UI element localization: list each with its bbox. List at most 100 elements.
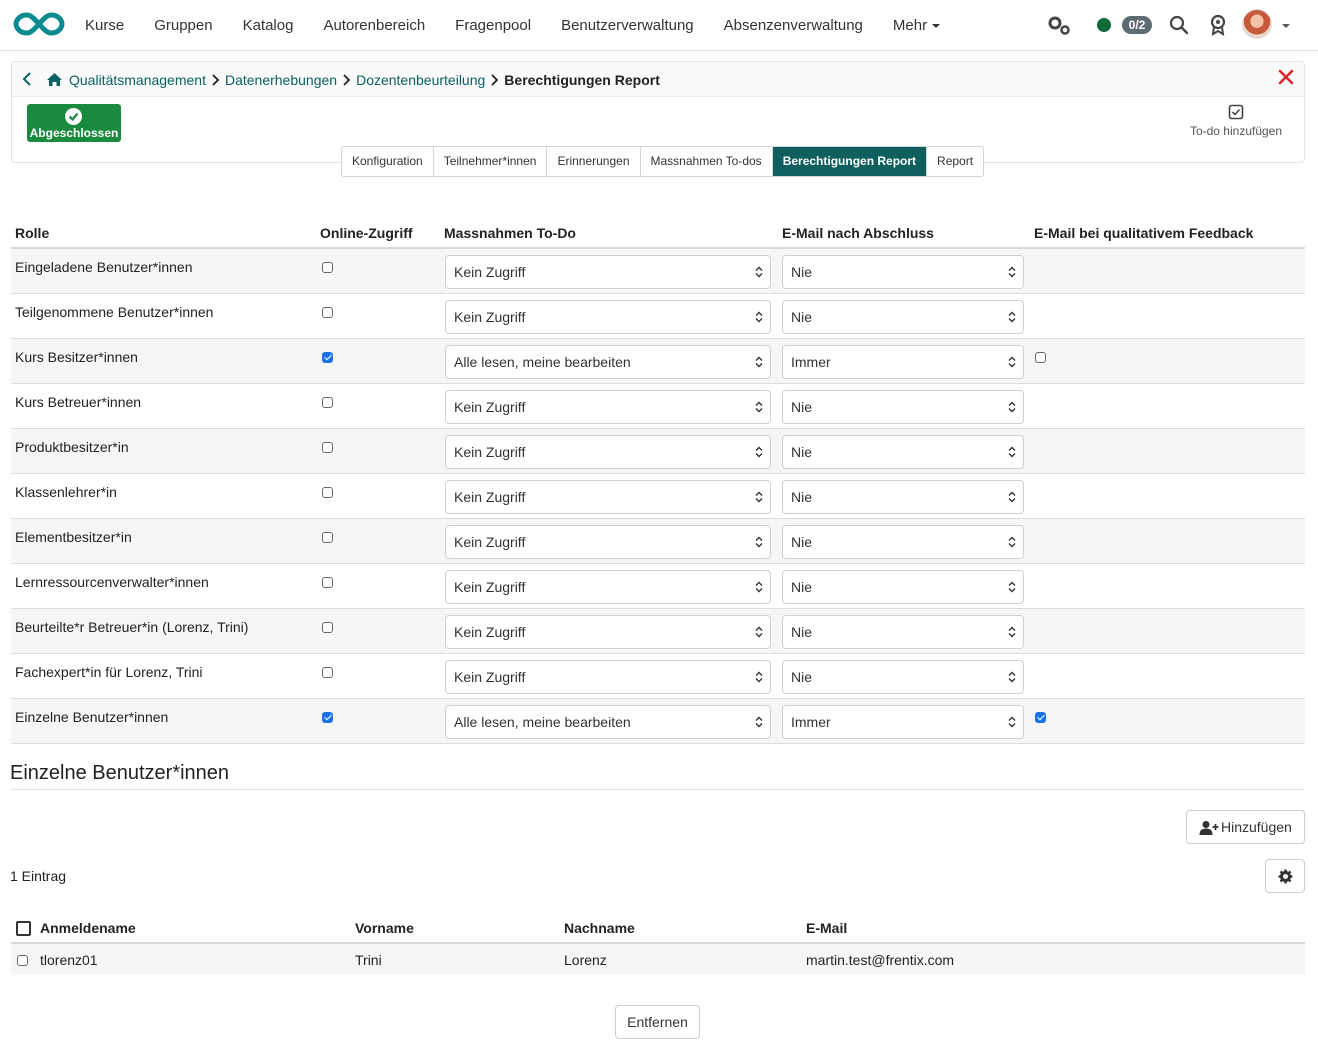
breadcrumb-item-dozentenbeurteilung[interactable]: Dozentenbeurteilung bbox=[356, 72, 485, 88]
online-access-checkbox[interactable] bbox=[322, 442, 333, 453]
email-after-completion-select[interactable]: Nie bbox=[782, 255, 1024, 289]
online-access-checkbox[interactable] bbox=[322, 352, 333, 363]
table-row: Lernressourcenverwalter*innen Kein Zugrif… bbox=[11, 564, 1305, 609]
tab-massnahmen-todos[interactable]: Massnahmen To-dos bbox=[641, 147, 773, 176]
nav-autorenbereich[interactable]: Autorenbereich bbox=[308, 17, 440, 34]
online-access-checkbox[interactable] bbox=[322, 487, 333, 498]
select-all-checkbox[interactable] bbox=[16, 921, 31, 936]
table-header: Anmeldename Vorname Nachname E-Mail bbox=[11, 913, 1305, 944]
email-after-completion-value: Nie bbox=[791, 534, 813, 550]
status-completed-button[interactable]: Abgeschlossen bbox=[27, 104, 121, 142]
gear-icon bbox=[1278, 869, 1293, 884]
todo-permission-select[interactable]: Kein Zugriff bbox=[445, 255, 771, 289]
todo-permission-select[interactable]: Kein Zugriff bbox=[445, 435, 771, 469]
online-access-checkbox[interactable] bbox=[322, 532, 333, 543]
col-header-email[interactable]: E-Mail bbox=[806, 920, 847, 936]
col-header-last-name[interactable]: Nachname bbox=[564, 920, 635, 936]
nav-kurse[interactable]: Kurse bbox=[70, 17, 139, 34]
breadcrumb-item-qm[interactable]: Qualitätsmanagement bbox=[69, 72, 206, 88]
gears-icon[interactable] bbox=[1046, 14, 1072, 36]
online-count-badge[interactable]: 0/2 bbox=[1122, 16, 1152, 34]
row-select-checkbox[interactable] bbox=[17, 955, 28, 966]
select-arrows-icon bbox=[1008, 716, 1016, 728]
email-after-completion-select[interactable]: Nie bbox=[782, 435, 1024, 469]
todo-permission-select[interactable]: Alle lesen, meine bearbeiten bbox=[445, 705, 771, 739]
select-arrows-icon bbox=[1008, 356, 1016, 368]
role-name: Klassenlehrer*in bbox=[15, 484, 117, 500]
nav-katalog[interactable]: Katalog bbox=[228, 17, 309, 34]
close-icon[interactable] bbox=[1278, 69, 1294, 85]
table-settings-button[interactable] bbox=[1265, 859, 1305, 893]
todo-permission-select[interactable]: Kein Zugriff bbox=[445, 660, 771, 694]
infinity-logo[interactable] bbox=[13, 10, 65, 38]
home-icon[interactable] bbox=[46, 72, 63, 87]
tab-berechtigungen-report[interactable]: Berechtigungen Report bbox=[772, 147, 928, 176]
email-after-completion-select[interactable]: Nie bbox=[782, 615, 1024, 649]
email-after-completion-select[interactable]: Nie bbox=[782, 570, 1024, 604]
col-header-online[interactable]: Online-Zugriff bbox=[320, 225, 413, 241]
online-access-checkbox[interactable] bbox=[322, 667, 333, 678]
online-access-checkbox[interactable] bbox=[322, 307, 333, 318]
chevron-right-icon bbox=[343, 73, 351, 86]
col-header-role[interactable]: Rolle bbox=[15, 225, 49, 241]
email-after-completion-select[interactable]: Immer bbox=[782, 705, 1024, 739]
email-after-completion-value: Nie bbox=[791, 579, 813, 595]
online-access-checkbox[interactable] bbox=[322, 397, 333, 408]
remove-button[interactable]: Entfernen bbox=[615, 1005, 700, 1039]
nav-absenzenverwaltung[interactable]: Absenzenverwaltung bbox=[709, 17, 878, 34]
email-after-completion-select[interactable]: Nie bbox=[782, 300, 1024, 334]
user-plus-icon bbox=[1199, 821, 1219, 835]
todo-permission-select[interactable]: Kein Zugriff bbox=[445, 300, 771, 334]
caret-down-icon[interactable] bbox=[1282, 24, 1290, 28]
role-name: Produktbesitzer*in bbox=[15, 439, 129, 455]
col-header-todo[interactable]: Massnahmen To-Do bbox=[444, 225, 576, 241]
email-after-completion-select[interactable]: Immer bbox=[782, 345, 1024, 379]
user-avatar[interactable] bbox=[1242, 9, 1272, 39]
todo-permission-select[interactable]: Alle lesen, meine bearbeiten bbox=[445, 345, 771, 379]
breadcrumb-bar: Qualitätsmanagement Datenerhebungen Doze… bbox=[12, 62, 1304, 97]
col-header-login[interactable]: Anmeldename bbox=[40, 920, 136, 936]
chevron-left-icon[interactable] bbox=[20, 71, 34, 87]
todo-permission-select[interactable]: Kein Zugriff bbox=[445, 390, 771, 424]
select-arrows-icon bbox=[1008, 266, 1016, 278]
nav-fragenpool[interactable]: Fragenpool bbox=[440, 17, 546, 34]
add-todo-button[interactable]: To-do hinzufügen bbox=[1188, 104, 1284, 138]
online-access-checkbox[interactable] bbox=[322, 622, 333, 633]
select-arrows-icon bbox=[755, 536, 763, 548]
online-access-checkbox[interactable] bbox=[322, 712, 333, 723]
todo-permission-select[interactable]: Kein Zugriff bbox=[445, 525, 771, 559]
email-after-completion-select[interactable]: Nie bbox=[782, 390, 1024, 424]
add-user-button[interactable]: Hinzufügen bbox=[1186, 810, 1305, 844]
col-header-email-done[interactable]: E-Mail nach Abschluss bbox=[782, 225, 934, 241]
tab-report[interactable]: Report bbox=[927, 147, 983, 176]
tab-teilnehmer[interactable]: Teilnehmer*innen bbox=[434, 147, 548, 176]
nav-gruppen[interactable]: Gruppen bbox=[139, 17, 227, 34]
col-header-first-name[interactable]: Vorname bbox=[355, 920, 414, 936]
tab-konfiguration[interactable]: Konfiguration bbox=[342, 147, 434, 176]
online-access-checkbox[interactable] bbox=[322, 262, 333, 273]
breadcrumb-item-datenerhebungen[interactable]: Datenerhebungen bbox=[225, 72, 337, 88]
todo-permission-select[interactable]: Kein Zugriff bbox=[445, 615, 771, 649]
online-status-dot[interactable] bbox=[1097, 18, 1111, 32]
role-name: Kurs Besitzer*innen bbox=[15, 349, 138, 365]
email-after-completion-select[interactable]: Nie bbox=[782, 480, 1024, 514]
check-circle-icon bbox=[65, 108, 82, 125]
todo-permission-select[interactable]: Kein Zugriff bbox=[445, 570, 771, 604]
tab-erinnerungen[interactable]: Erinnerungen bbox=[547, 147, 641, 176]
nav-more[interactable]: Mehr bbox=[878, 17, 955, 34]
col-header-email-feedback[interactable]: E-Mail bei qualitativem Feedback bbox=[1034, 225, 1253, 241]
email-after-completion-select[interactable]: Nie bbox=[782, 525, 1024, 559]
email-after-completion-select[interactable]: Nie bbox=[782, 660, 1024, 694]
email-feedback-checkbox[interactable] bbox=[1035, 352, 1046, 363]
nav-benutzerverwaltung[interactable]: Benutzerverwaltung bbox=[546, 17, 709, 34]
role-name: Elementbesitzer*in bbox=[15, 529, 132, 545]
table-row: Kurs Betreuer*innen Kein Zugriff Nie bbox=[11, 384, 1305, 429]
select-arrows-icon bbox=[755, 401, 763, 413]
todo-permission-select[interactable]: Kein Zugriff bbox=[445, 480, 771, 514]
email-after-completion-value: Immer bbox=[791, 714, 831, 730]
email-feedback-checkbox[interactable] bbox=[1035, 712, 1046, 723]
search-icon[interactable] bbox=[1169, 15, 1189, 35]
select-arrows-icon bbox=[1008, 311, 1016, 323]
online-access-checkbox[interactable] bbox=[322, 577, 333, 588]
award-icon[interactable] bbox=[1209, 14, 1227, 36]
